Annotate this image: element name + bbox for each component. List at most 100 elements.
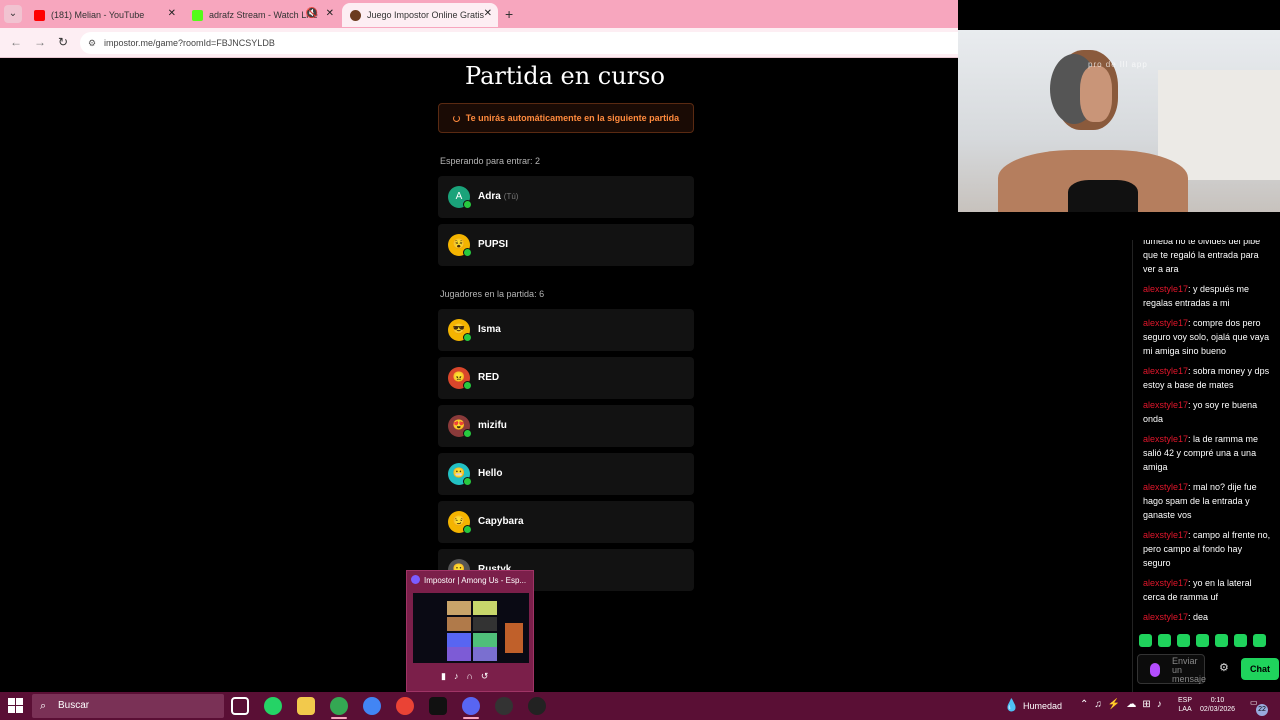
chat-message: alexstyle17: campo al frente no, pero ca… [1143,530,1271,568]
chat-message: alexstyle17: y después me regalas entrad… [1143,284,1250,308]
player-name: Hello [478,468,503,479]
player-row: 😎 Isma [438,309,694,351]
emote-icon[interactable] [1158,634,1171,647]
preview-tile [447,647,471,661]
system-tray[interactable]: ⌃♫⚡☁⊞♪ [1080,699,1168,710]
chat-message: alexstyle17: yo soy re buena onda [1143,400,1258,424]
mute-tab-icon[interactable]: 🔇 [306,8,318,19]
forward-arrow-icon[interactable]: → [34,35,46,49]
emote-bar [1139,634,1266,647]
preview-tile [473,647,497,661]
preview-tile [473,617,497,631]
online-status-icon [463,248,472,257]
player-row: 😠 RED [438,357,694,399]
tab-kick-stream[interactable]: adrafz Stream - Watch Live 🔇 ✕ [184,3,340,27]
chrome-profile-icon[interactable] [363,697,381,715]
search-icon: ⌕ [40,700,47,712]
taskbar-window-preview[interactable]: Impostor | Among Us - Esp... ▮ ♪ ∩ ↺ [406,570,534,692]
page-title: Partida en curso [465,62,665,90]
emote-icon[interactable] [1234,634,1247,647]
webcam-person-face [1080,66,1112,122]
language-indicator[interactable]: ESP LAA [1178,696,1192,714]
chat-input[interactable]: Enviar un mensaje [1137,654,1207,684]
chat-placeholder: Enviar un mensaje [1172,656,1207,684]
chat-message: alexstyle17: yo en la lateral cerca de r… [1143,578,1252,602]
active-app-indicator [463,717,479,719]
emote-icon[interactable] [1139,634,1152,647]
obs-icon[interactable] [495,697,513,715]
tab-label: adrafz Stream - Watch Live [209,10,318,20]
kick-favicon-icon [192,9,203,21]
discord-icon[interactable] [462,697,480,715]
emote-icon[interactable] [1177,634,1190,647]
chrome-icon[interactable] [330,697,348,715]
webcam-overlay: pro de lll app [958,30,1280,212]
tab-youtube[interactable]: (181) Melian - YouTube ✕ [26,3,182,27]
new-tab-button[interactable]: + [505,6,513,22]
site-info-icon[interactable]: ⚙ [88,32,96,54]
player-name: Capybara [478,516,524,527]
headphones-icon[interactable]: ∩ [466,671,472,682]
chat-message: alexstyle17: compre dos pero seguro voy … [1143,318,1270,356]
chat-username[interactable]: alexstyle17 [1143,530,1188,540]
preview-title: Impostor | Among Us - Esp... [411,575,526,585]
search-label: Buscar [58,700,90,711]
online-status-icon [463,381,472,390]
online-status-icon [463,525,472,534]
chat-username[interactable]: alexstyle17 [1143,400,1188,410]
preview-tile [447,617,471,631]
close-tab-icon[interactable]: ✕ [484,8,492,19]
player-row: 😬 Hello [438,453,694,495]
tab-label: (181) Melian - YouTube [51,10,145,20]
close-tab-icon[interactable]: ✕ [326,8,334,19]
youtube-favicon-icon [34,9,45,21]
chat-message: fumeba no te olvidés del pibe que te reg… [1143,240,1261,274]
camera-icon[interactable]: ▮ [441,671,446,682]
task-view-icon[interactable] [231,697,249,715]
tiktok-icon[interactable] [429,697,447,715]
preview-tile [473,601,497,615]
chat-username[interactable]: alexstyle17 [1143,578,1188,588]
close-tab-icon[interactable]: ✕ [168,8,176,19]
url-field[interactable]: ⚙ impostor.me/game?roomId=FBJNCSYLDB [80,32,958,54]
preview-image[interactable] [413,593,529,663]
stream-chat: fumeba no te olvidés del pibe que te reg… [1132,240,1280,692]
tab-impostor-game[interactable]: Juego Impostor Online Gratis ✕ [342,3,498,27]
chat-username[interactable]: alexstyle17 [1143,612,1188,622]
preview-controls: ▮ ♪ ∩ ↺ [441,671,488,682]
disconnect-icon[interactable]: ↺ [481,671,489,682]
emote-icon[interactable] [1196,634,1209,647]
emote-icon[interactable] [1215,634,1228,647]
chat-username[interactable]: alexstyle17 [1143,434,1188,444]
microphone-icon[interactable] [1150,663,1160,677]
webcam-person-shirt [1068,180,1138,212]
chat-username[interactable]: alexstyle17 [1143,318,1188,328]
taskbar-search[interactable]: ⌕ Buscar [32,694,224,718]
humidity-drop-icon: 💧 [1004,698,1019,712]
reload-icon[interactable]: ↻ [58,35,68,49]
chat-username[interactable]: alexstyle17 [1143,366,1188,376]
chat-send-button[interactable]: Chat [1241,658,1279,680]
tab-search-chevron-icon[interactable]: ⌄ [4,5,22,23]
preview-tile [447,601,471,615]
back-arrow-icon[interactable]: ← [10,35,22,49]
mute-mic-icon[interactable]: ♪ [454,671,459,682]
online-status-icon [463,429,472,438]
notice-text: Te unirás automáticamente en la siguient… [465,113,680,123]
whatsapp-icon[interactable] [264,697,282,715]
weather-widget[interactable]: 💧 Humedad [1004,698,1062,712]
file-explorer-icon[interactable] [297,697,315,715]
emote-icon[interactable] [1253,634,1266,647]
desktop: ⌄ (181) Melian - YouTube ✕ adrafz Stream… [0,0,1280,720]
chat-settings-gear-icon[interactable]: ⚙ [1219,661,1229,674]
chrome-profile-2-icon[interactable] [396,697,414,715]
app-icon[interactable] [528,697,546,715]
clock[interactable]: 0:10 02/03/2026 [1200,696,1235,714]
player-row: 😏 Capybara [438,501,694,543]
chat-message: alexstyle17: dea [1143,612,1209,622]
chat-messages: fumeba no te olvidés del pibe que te reg… [1143,240,1271,630]
chat-username[interactable]: alexstyle17 [1143,482,1188,492]
chat-username[interactable]: alexstyle17 [1143,284,1188,294]
notifications-icon[interactable]: ▭ 22 [1250,698,1268,716]
windows-start-icon[interactable] [8,698,24,714]
